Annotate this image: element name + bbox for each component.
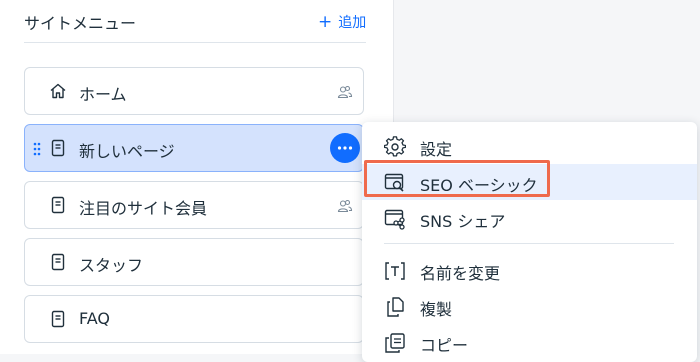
members-only-icon bbox=[337, 84, 353, 100]
add-page-button[interactable]: + 追加 bbox=[318, 12, 366, 32]
page-icon bbox=[49, 310, 67, 328]
menu-item-label: 複製 bbox=[420, 300, 453, 319]
page-item-new-page[interactable]: 新しいページ bbox=[24, 124, 364, 172]
social-share-icon bbox=[384, 208, 406, 230]
menu-divider bbox=[384, 243, 674, 244]
divider bbox=[24, 42, 366, 43]
menu-item-seo-basics[interactable]: SEO ベーシック bbox=[362, 160, 697, 200]
gear-icon bbox=[384, 136, 406, 158]
page-item-label: 新しいページ bbox=[79, 142, 175, 161]
page-item-label: スタッフ bbox=[79, 256, 144, 275]
menu-item-settings[interactable]: 設定 bbox=[362, 128, 697, 164]
page-item-home[interactable]: ホーム bbox=[24, 67, 364, 115]
more-actions-button[interactable] bbox=[330, 133, 360, 163]
more-icon bbox=[337, 146, 353, 150]
menu-item-rename[interactable]: 名前を変更 bbox=[362, 252, 697, 288]
drag-handle-icon[interactable] bbox=[33, 142, 41, 156]
page-icon bbox=[49, 253, 67, 271]
page-icon bbox=[49, 139, 67, 157]
duplicate-icon bbox=[384, 296, 406, 318]
home-icon bbox=[49, 82, 67, 100]
menu-item-copy[interactable]: コピー bbox=[362, 324, 697, 360]
panel-title: サイトメニュー bbox=[24, 14, 137, 33]
add-button-label: 追加 bbox=[338, 15, 367, 31]
plus-icon: + bbox=[318, 12, 333, 32]
menu-item-social-share[interactable]: SNS シェア bbox=[362, 200, 697, 236]
page-icon bbox=[49, 196, 67, 214]
page-item-label: FAQ bbox=[79, 309, 110, 328]
page-context-menu: 設定 SEO ベーシック SNS シェア 名前を変更 複製 コピー bbox=[362, 122, 697, 362]
copy-icon bbox=[384, 332, 406, 354]
page-item-label: 注目のサイト会員 bbox=[79, 199, 208, 218]
menu-item-label: 名前を変更 bbox=[420, 264, 501, 283]
menu-item-label: SEO ベーシック bbox=[420, 176, 538, 195]
menu-item-label: SNS シェア bbox=[420, 212, 506, 231]
menu-item-duplicate[interactable]: 複製 bbox=[362, 288, 697, 324]
page-item-label: ホーム bbox=[79, 85, 127, 104]
page-item-featured-members[interactable]: 注目のサイト会員 bbox=[24, 181, 364, 229]
menu-item-label: 設定 bbox=[420, 140, 453, 159]
menu-item-label: コピー bbox=[420, 336, 469, 355]
rename-icon bbox=[384, 260, 406, 282]
members-only-icon bbox=[337, 198, 353, 214]
seo-search-icon bbox=[384, 172, 406, 194]
page-item-faq[interactable]: FAQ bbox=[24, 295, 364, 343]
site-menu-panel: サイトメニュー + 追加 ホーム 新しいページ 注目のサイト会員 スタッフ FA… bbox=[0, 0, 394, 354]
page-item-staff[interactable]: スタッフ bbox=[24, 238, 364, 286]
